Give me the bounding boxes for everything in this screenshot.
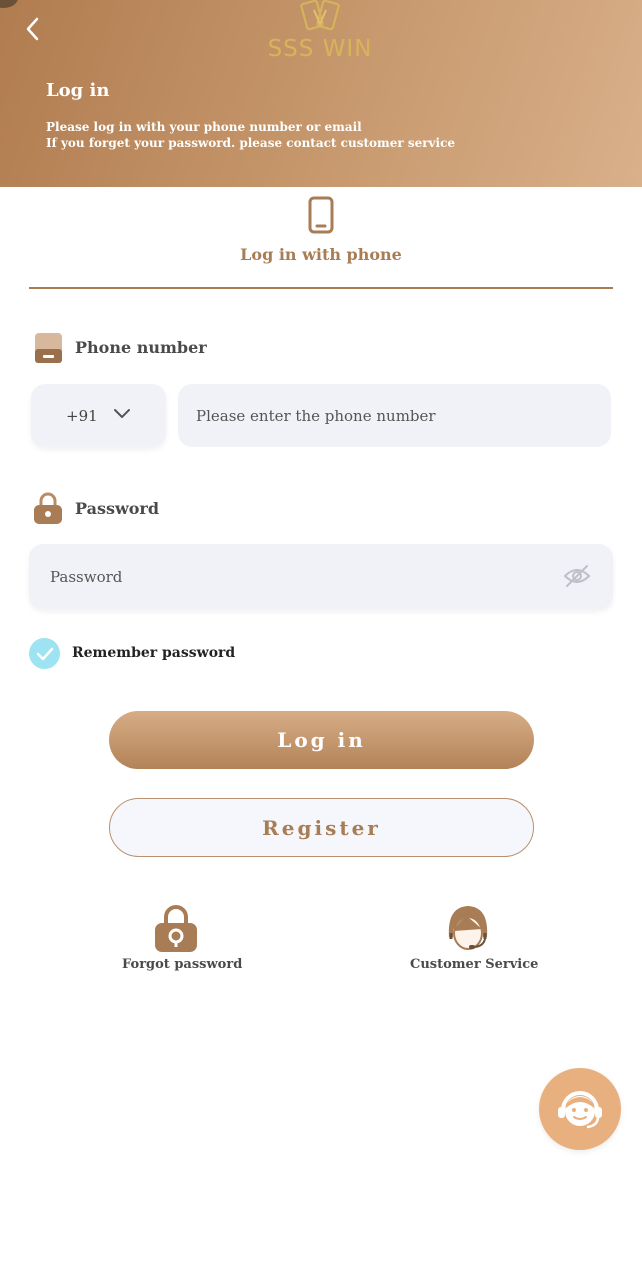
playing-cards-icon	[300, 0, 340, 31]
brand-name: SSS WIN	[267, 36, 373, 62]
subtitle-line: If you forget your password. please cont…	[46, 136, 456, 150]
country-code-select[interactable]: +91	[31, 384, 166, 447]
tab-login-with-phone[interactable]: Log in with phone	[29, 192, 613, 289]
password-input[interactable]: Password	[29, 544, 613, 609]
customer-service-icon	[448, 906, 487, 950]
password-placeholder: Password	[50, 567, 123, 586]
checkmark-icon	[36, 647, 53, 660]
tab-label: Log in with phone	[240, 245, 402, 264]
phone-icon	[308, 196, 334, 234]
lock-icon	[34, 492, 62, 524]
forgot-password-label: Forgot password	[122, 957, 243, 972]
remember-password-label[interactable]: Remember password	[72, 645, 235, 661]
page-title: Log in	[46, 80, 110, 101]
customer-service-label: Customer Service	[410, 957, 539, 972]
corner-indicator	[0, 0, 18, 8]
remember-password-checkbox[interactable]	[29, 638, 60, 669]
customer-service-shortcut[interactable]: Customer Service	[410, 903, 539, 972]
phone-input[interactable]: Please enter the phone number	[178, 384, 611, 447]
register-button[interactable]: Register	[109, 798, 534, 857]
page-subtitle: Please log in with your phone number or …	[46, 119, 455, 151]
brand-logo: SSS WIN	[250, 0, 390, 64]
forgot-password-shortcut[interactable]: Forgot password	[122, 903, 243, 972]
phone-number-label: Phone number	[75, 338, 207, 357]
chevron-left-icon	[26, 17, 39, 41]
header: SSS WIN Log in Please log in with your p…	[0, 0, 642, 187]
floating-support-button[interactable]	[539, 1068, 621, 1150]
lock-icon	[155, 905, 197, 952]
login-button[interactable]: Log in	[109, 711, 534, 769]
phone-number-icon	[35, 333, 62, 363]
chevron-down-icon	[114, 409, 130, 418]
support-agent-icon	[558, 1091, 602, 1129]
eye-off-icon[interactable]	[563, 564, 591, 588]
subtitle-line: Please log in with your phone number or …	[46, 120, 362, 134]
password-label: Password	[75, 499, 160, 518]
back-button[interactable]	[18, 14, 46, 44]
phone-input-placeholder: Please enter the phone number	[196, 406, 436, 425]
country-code-value: +91	[66, 406, 98, 425]
